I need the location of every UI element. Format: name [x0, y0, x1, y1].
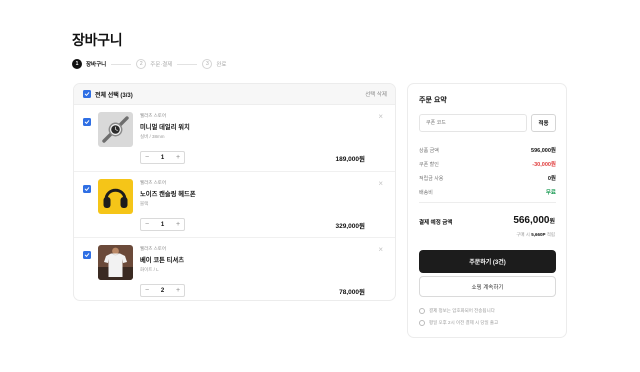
remove-item-button[interactable]: × [378, 112, 383, 121]
check-icon [84, 187, 90, 191]
clock-icon [419, 320, 425, 326]
cart-item: 웰라츠 스토어 미니멀 데일리 워치 실버 / 38mm − 1 + 189,0… [74, 105, 395, 171]
item-name[interactable]: 노이즈 캔슬링 헤드폰 [140, 189, 196, 198]
item-checkbox[interactable] [83, 118, 91, 126]
row-label: 적립금 사용 [419, 175, 444, 182]
place-order-button[interactable]: 주문하기 (3건) [419, 250, 556, 273]
points-suffix: 적립 [546, 232, 555, 237]
checkout-steps: 1 장바구니 2 주문·결제 3 완료 [72, 58, 226, 70]
summary-divider [419, 202, 556, 203]
quantity-stepper: − 2 + [140, 284, 185, 297]
item-meta: 웰라츠 스토어 노이즈 캔슬링 헤드폰 블랙 [140, 180, 196, 207]
cart-item: 웰라츠 스토어 베이 코튼 티셔츠 화이트 / L − 2 + 78,000원 … [74, 237, 395, 300]
increase-button[interactable]: + [172, 285, 184, 296]
headphones-icon [98, 179, 133, 214]
item-price: 78,000원 [339, 289, 365, 296]
row-value: 무료 [545, 190, 556, 196]
step-complete: 3 완료 [202, 59, 226, 69]
watch-icon [98, 112, 133, 147]
row-label: 쿠폰 할인 [419, 161, 439, 168]
select-all-checkbox[interactable] [83, 90, 91, 98]
item-name[interactable]: 베이 코튼 티셔츠 [140, 255, 184, 264]
row-value: 596,000원 [531, 148, 556, 154]
decrease-button[interactable]: − [141, 152, 153, 163]
total-label: 결제 예정 금액 [419, 220, 453, 226]
check-icon [84, 92, 90, 96]
total-amount: 566,000원 [513, 215, 555, 226]
step-cart: 1 장바구니 [72, 59, 106, 69]
step-number: 3 [202, 59, 213, 69]
step-label: 장바구니 [86, 62, 107, 68]
row-value: -30,000원 [532, 162, 556, 168]
quantity-value: 1 [160, 221, 165, 228]
price-breakdown: 상품 금액 596,000원 쿠폰 할인 -30,000원 적립금 사용 0원 … [419, 143, 556, 199]
item-meta: 웰라츠 스토어 미니멀 데일리 워치 실버 / 38mm [140, 113, 190, 140]
cart-header: 전체 선택 (3/3) 선택 삭제 [74, 84, 395, 105]
row-shipping: 배송비 무료 [419, 185, 556, 199]
step-number: 1 [72, 59, 82, 69]
row-points-used: 적립금 사용 0원 [419, 171, 556, 185]
decrease-button[interactable]: − [141, 219, 153, 230]
remove-item-button[interactable]: × [378, 179, 383, 188]
item-price: 189,000원 [335, 156, 365, 163]
total-value: 566,000 [513, 215, 550, 226]
item-price: 329,000원 [335, 223, 365, 230]
points-value: 5,660P [531, 232, 546, 237]
coupon-code-input[interactable] [419, 114, 527, 132]
step-label: 완료 [216, 62, 227, 68]
product-thumbnail[interactable] [98, 112, 133, 147]
item-option: 실버 / 38mm [140, 134, 165, 139]
points-prefix: 구매 시 [516, 232, 530, 237]
item-brand: 웰라츠 스토어 [140, 113, 167, 118]
item-option: 화이트 / L [140, 267, 159, 272]
quantity-value: 2 [160, 287, 165, 294]
decrease-button[interactable]: − [141, 285, 153, 296]
shipping-note: 평일 오후 2시 이전 결제 시 당일 출고 [419, 320, 498, 326]
check-icon [84, 120, 90, 124]
order-summary-panel: 주문 요약 적용 상품 금액 596,000원 쿠폰 할인 -30,000원 적… [407, 83, 567, 338]
item-name[interactable]: 미니멀 데일리 워치 [140, 122, 190, 131]
security-note: 결제 정보는 암호화되어 전송됩니다 [419, 308, 495, 314]
quantity-value: 1 [160, 154, 165, 161]
continue-shopping-button[interactable]: 쇼핑 계속하기 [419, 276, 556, 297]
step-connector [177, 63, 198, 65]
note-text: 결제 정보는 암호화되어 전송됩니다 [429, 308, 495, 313]
quantity-stepper: − 1 + [140, 218, 185, 231]
note-text: 평일 오후 2시 이전 결제 시 당일 출고 [429, 320, 499, 325]
page-title: 장바구니 [72, 32, 123, 48]
summary-title: 주문 요약 [419, 97, 447, 104]
lock-icon [419, 308, 425, 314]
select-all-label: 전체 선택 (3/3) [95, 92, 133, 99]
apply-coupon-button[interactable]: 적용 [531, 114, 556, 132]
delete-selected-button[interactable]: 선택 삭제 [365, 90, 387, 98]
increase-button[interactable]: + [172, 152, 184, 163]
cart-item: 웰라츠 스토어 노이즈 캔슬링 헤드폰 블랙 − 1 + 329,000원 × [74, 171, 395, 237]
item-checkbox[interactable] [83, 185, 91, 193]
row-label: 배송비 [419, 189, 433, 196]
step-number: 2 [136, 59, 147, 69]
step-label: 주문·결제 [150, 62, 173, 68]
points-earned: 구매 시 5,660P 적립 [516, 232, 555, 238]
increase-button[interactable]: + [172, 219, 184, 230]
item-meta: 웰라츠 스토어 베이 코튼 티셔츠 화이트 / L [140, 246, 184, 273]
item-option: 블랙 [140, 201, 149, 206]
item-brand: 웰라츠 스토어 [140, 180, 167, 185]
product-thumbnail[interactable] [98, 245, 133, 280]
step-checkout: 2 주문·결제 [136, 59, 172, 69]
item-checkbox[interactable] [83, 251, 91, 259]
product-thumbnail[interactable] [98, 179, 133, 214]
step-connector [111, 63, 132, 65]
tshirt-icon [98, 245, 133, 280]
total-unit: 원 [549, 219, 555, 225]
quantity-stepper: − 1 + [140, 151, 185, 164]
row-coupon-discount: 쿠폰 할인 -30,000원 [419, 157, 556, 171]
item-brand: 웰라츠 스토어 [140, 246, 167, 251]
cart-panel: 전체 선택 (3/3) 선택 삭제 웰라츠 스토어 미니멀 데일리 워치 실버 … [73, 83, 396, 301]
row-value: 0원 [547, 176, 556, 182]
remove-item-button[interactable]: × [378, 245, 383, 254]
select-all[interactable]: 전체 선택 (3/3) [83, 90, 133, 99]
row-label: 상품 금액 [419, 147, 439, 154]
check-icon [84, 253, 90, 257]
row-subtotal: 상품 금액 596,000원 [419, 143, 556, 157]
